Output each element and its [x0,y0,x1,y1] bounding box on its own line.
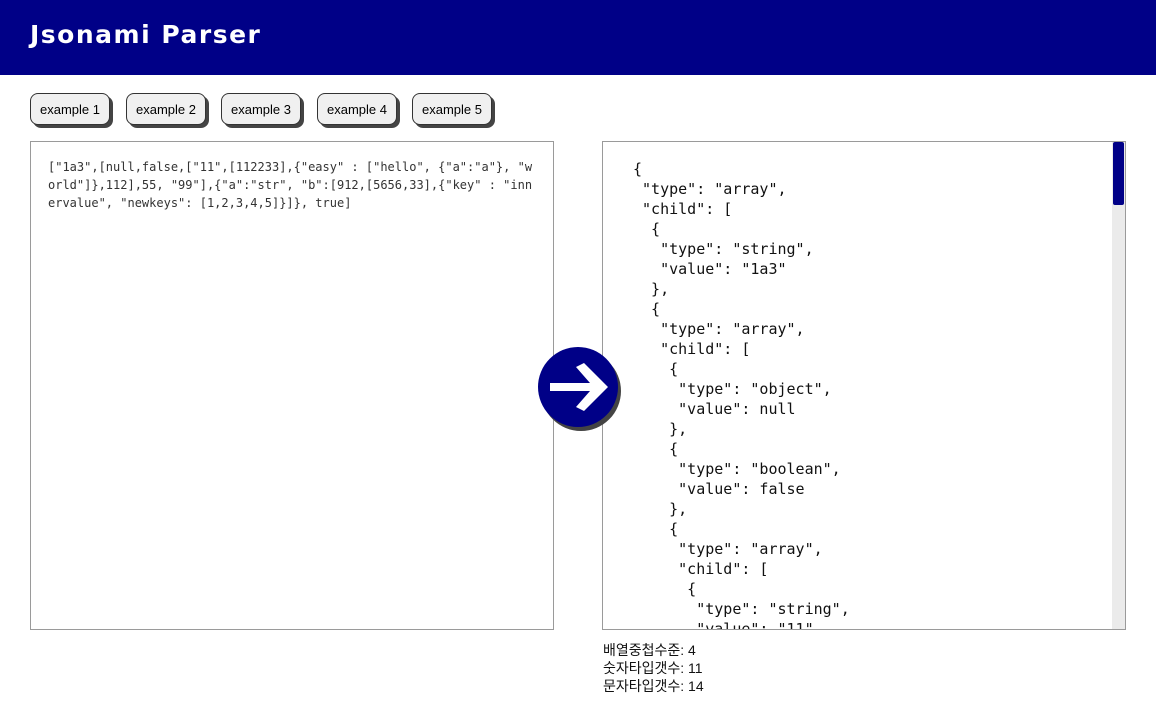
json-input-text[interactable]: ["1a3",[null,false,["11",[112233],{"easy… [48,158,538,212]
json-input-textarea[interactable]: ["1a3",[null,false,["11",[112233],{"easy… [30,141,554,630]
stats-panel: 배열중첩수준: 4 숫자타입갯수: 11 문자타입갯수: 14 [603,641,704,695]
example-4-button[interactable]: example 4 [317,93,397,125]
example-5-button[interactable]: example 5 [412,93,492,125]
example-3-button[interactable]: example 3 [221,93,301,125]
output-scrollbar-thumb[interactable] [1113,142,1124,205]
example-1-button[interactable]: example 1 [30,93,110,125]
parse-output-panel: { "type": "array", "child": [ { "type": … [602,141,1126,630]
string-count-stat: 문자타입갯수: 14 [603,678,704,694]
arrow-right-icon [550,363,608,411]
example-2-button[interactable]: example 2 [126,93,206,125]
array-depth-stat: 배열중첩수준: 4 [603,642,696,658]
output-scrollbar[interactable] [1112,142,1125,629]
parse-output-text: { "type": "array", "child": [ { "type": … [633,160,850,630]
app-header: Jsonami Parser [0,0,1156,75]
app-title: Jsonami Parser [30,20,262,49]
parse-button[interactable] [538,347,618,427]
number-count-stat: 숫자타입갯수: 11 [603,660,703,676]
